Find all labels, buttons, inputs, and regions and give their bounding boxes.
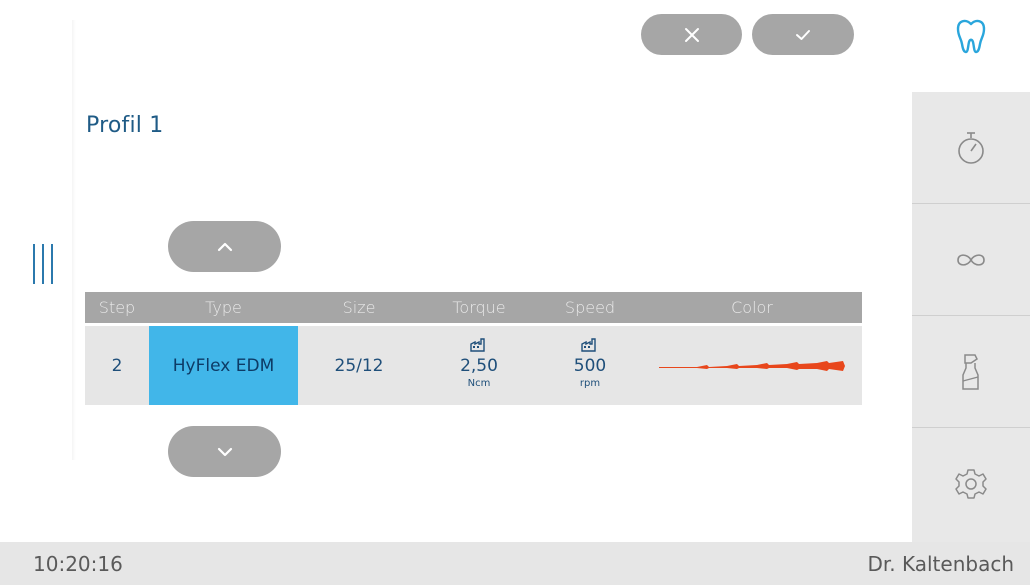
torque-unit: Ncm: [467, 378, 491, 389]
column-header-torque: Torque: [452, 298, 506, 317]
close-icon: [684, 27, 699, 42]
status-bar: 10:20:16 Dr. Kaltenbach: [0, 542, 1030, 585]
sidebar-item-cleaning[interactable]: [912, 315, 1030, 428]
clock: 10:20:16: [33, 552, 123, 576]
sidebar-item-tooth[interactable]: [912, 0, 1030, 92]
sidebar-item-timer[interactable]: [912, 92, 1030, 204]
column-header-speed: Speed: [564, 298, 616, 317]
page-title: Profil 1: [86, 113, 164, 138]
sidebar-item-settings[interactable]: [912, 427, 1030, 540]
tooth-icon: [956, 19, 986, 54]
scroll-down-button[interactable]: [168, 426, 281, 477]
chevron-up-icon: [217, 242, 232, 251]
speed-unit: rpm: [579, 378, 601, 389]
check-icon: [796, 29, 810, 40]
cancel-button[interactable]: [641, 14, 742, 55]
size-cell: 25/12: [334, 355, 384, 376]
torque-cell: 2,50 Ncm: [420, 326, 538, 405]
table-header: Step Type Size Torque Speed Color: [85, 292, 862, 323]
type-cell[interactable]: HyFlex EDM: [149, 326, 298, 405]
infinity-icon: [957, 254, 985, 266]
column-header-size: Size: [342, 298, 376, 317]
spray-bottle-icon: [962, 354, 979, 390]
speed-value: 500: [573, 356, 607, 376]
column-header-color: Color: [731, 298, 773, 317]
drawer-handle[interactable]: [33, 244, 55, 284]
user-name: Dr. Kaltenbach: [867, 552, 1014, 576]
sidebar-item-infinite[interactable]: [912, 203, 1030, 316]
gear-icon: [955, 469, 987, 499]
panel-edge: [72, 20, 76, 460]
step-cell: 2: [111, 355, 123, 376]
column-header-step: Step: [98, 298, 136, 317]
speed-cell: 500 rpm: [538, 326, 642, 405]
factory-icon: [470, 338, 485, 352]
factory-icon: [581, 338, 596, 352]
chevron-down-icon: [217, 447, 232, 456]
color-cell: [642, 326, 862, 405]
torque-value: 2,50: [460, 356, 498, 376]
column-header-type: Type: [205, 298, 242, 317]
table-row[interactable]: 2 HyFlex EDM 25/12 2,50 Ncm 500 rpm: [85, 326, 862, 405]
file-color-swatch: [659, 360, 845, 371]
sidebar: [912, 92, 1030, 542]
scroll-up-button[interactable]: [168, 221, 281, 272]
stopwatch-icon: [958, 132, 984, 164]
confirm-button[interactable]: [752, 14, 854, 55]
